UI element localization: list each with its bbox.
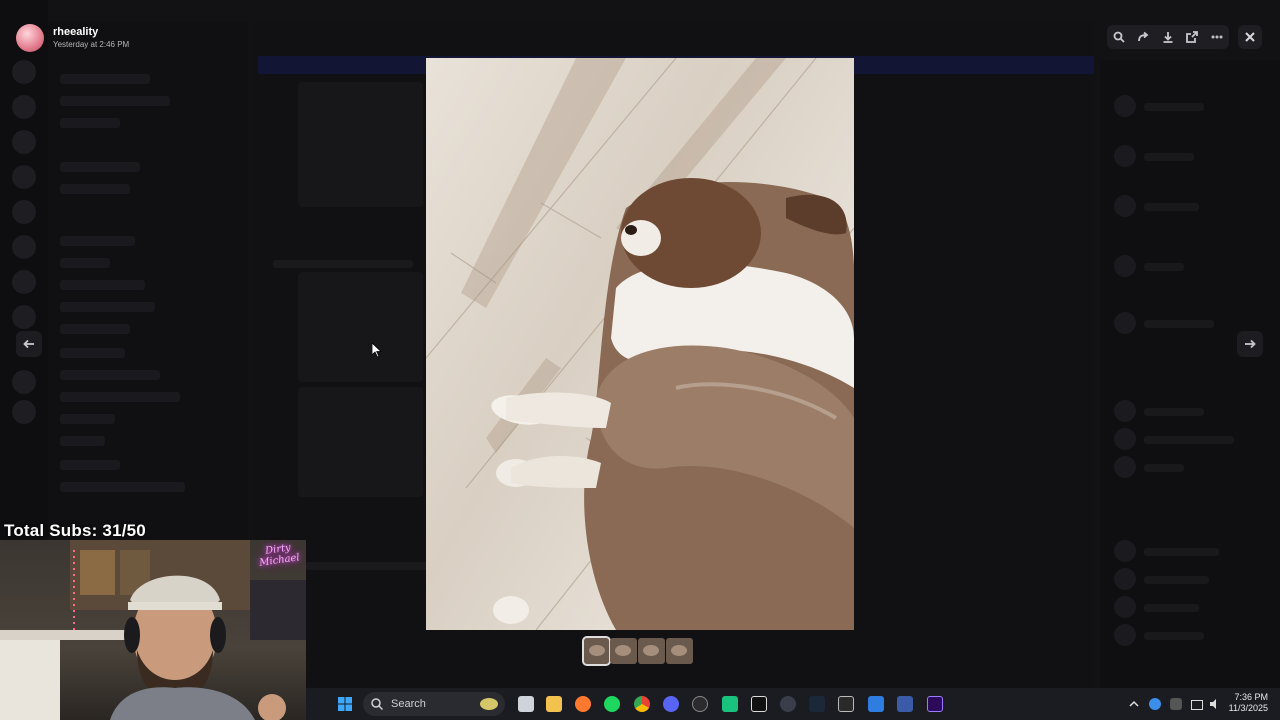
chrome-icon[interactable] [634, 696, 650, 712]
obs-icon[interactable] [692, 696, 708, 712]
download-icon[interactable] [1158, 27, 1178, 47]
chevron-up-icon[interactable] [1128, 698, 1140, 710]
next-image-button[interactable] [1237, 331, 1263, 357]
app-icon-2[interactable] [780, 696, 796, 712]
app-icon[interactable] [722, 696, 738, 712]
thumbnail-item[interactable] [666, 638, 693, 664]
steam-icon[interactable] [809, 696, 825, 712]
mic-icon[interactable] [1170, 698, 1182, 710]
windows-start-icon[interactable] [337, 696, 353, 712]
previous-image-button[interactable] [16, 331, 42, 357]
taskbar: Search 7:36 PM 11/3/2025 [306, 688, 1280, 720]
sub-goal-text: Total Subs: 31/50 [4, 521, 146, 540]
search-label: Search [391, 698, 426, 710]
close-button[interactable] [1238, 25, 1262, 49]
file-explorer-icon[interactable] [546, 696, 562, 712]
thumbnail-item[interactable] [610, 638, 637, 664]
neon-sign: Dirty Michael [258, 542, 301, 569]
epic-games-icon[interactable] [838, 696, 854, 712]
mouse-cursor-icon [372, 343, 382, 358]
thumbnail-strip [582, 636, 693, 666]
volume-icon[interactable] [1209, 698, 1221, 710]
webcam-feed: Dirty Michael [0, 540, 306, 720]
open-external-icon[interactable] [1182, 27, 1202, 47]
dog-figure [491, 178, 854, 630]
search-highlight-icon [480, 698, 498, 710]
image-toolbar [1107, 25, 1229, 49]
thumbnail-item[interactable] [582, 636, 611, 666]
more-icon[interactable] [1207, 27, 1227, 47]
uploader-info[interactable]: rheeality Yesterday at 2:46 PM [16, 24, 129, 52]
arrow-left-icon [23, 339, 34, 349]
close-icon [1245, 32, 1255, 42]
avatar[interactable] [16, 24, 44, 52]
app-icon-4[interactable] [897, 696, 913, 712]
arrow-right-icon [1245, 339, 1256, 349]
forward-icon[interactable] [1134, 27, 1154, 47]
system-clock[interactable]: 7:36 PM 11/3/2025 [1229, 692, 1268, 714]
app-icon-3[interactable] [868, 696, 884, 712]
display-icon[interactable] [1191, 700, 1203, 710]
dog-photo[interactable] [426, 58, 854, 630]
premiere-pro-icon[interactable] [927, 696, 943, 712]
zoom-icon[interactable] [1109, 27, 1129, 47]
member-list [1100, 60, 1280, 690]
task-view-icon[interactable] [518, 696, 534, 712]
clock-date: 11/3/2025 [1228, 703, 1268, 713]
capcut-icon[interactable] [751, 696, 767, 712]
spotify-icon[interactable] [604, 696, 620, 712]
clock-time: 7:36 PM [1234, 692, 1268, 702]
discord-icon[interactable] [663, 696, 679, 712]
taskbar-search[interactable]: Search [363, 692, 505, 716]
search-icon [371, 698, 384, 711]
firefox-icon[interactable] [575, 696, 591, 712]
sync-icon[interactable] [1149, 698, 1161, 710]
thumbnail-item[interactable] [638, 638, 665, 664]
upload-timestamp: Yesterday at 2:46 PM [53, 40, 130, 49]
uploader-name[interactable]: rheeality [53, 26, 129, 39]
